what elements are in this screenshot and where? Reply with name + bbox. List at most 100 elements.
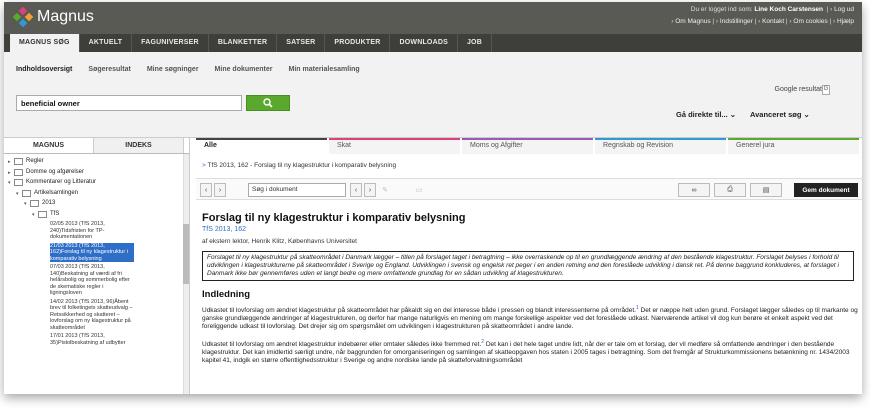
tree-doc[interactable]: 07/03 2013 (TfS 2013, 140)Beskatning af … [50,264,189,297]
subnav-indholdsoversigt[interactable]: Indholdsoversigt [16,66,72,86]
tree-label: 2013 [42,200,56,206]
tree-node-tfs[interactable]: ▾ TfS [32,210,189,220]
nav-produkter[interactable]: PRODUKTER [325,34,391,52]
article-author: af ekstern lektor, Henrik Klitz, Københa… [202,238,357,245]
next-arrow-icon[interactable]: › [214,183,226,197]
magnus-logo[interactable]: Magnus [12,6,94,28]
tab-label: Generel jura [736,142,775,149]
link-om-cookies[interactable]: Om cookies [793,18,827,25]
logout-link[interactable]: Log ud [834,6,854,13]
goto-label: Gå direkte til... [676,110,728,119]
tree-node-domme[interactable]: ▸ Domme og afgørelser [8,168,189,178]
advanced-label: Avanceret søg [750,110,802,119]
search-input[interactable]: beneficial owner [16,95,242,111]
article-abstract: Forslaget til ny klagestruktur på skatte… [202,251,854,281]
tree-node-kommentarer[interactable]: ▾ Kommentarer og Litteratur [8,179,189,188]
tree-node-artikelsamlingen[interactable]: ▾ Artikelsamlingen [16,189,189,199]
link-icon[interactable]: ∞ [678,183,710,197]
tree-label: TfS [50,210,60,217]
nav-magnus-soeg[interactable]: MAGNUS SØG [10,34,80,52]
tree-doc-label: 14/02 2013 (TfS 2013, 96)Åbent brev til … [50,298,133,331]
highlight-icon[interactable]: ✎ [372,183,398,197]
user-name: Line Koch Carstensen [754,6,824,13]
search-area: Google resultat G beneficial owner Gå di… [4,85,862,138]
save-document-button[interactable]: Gem dokument [794,183,858,197]
link-indstillinger[interactable]: Indstillinger [720,18,753,25]
google-result-label: Google resultat [774,86,822,93]
tab-moms[interactable]: Moms og Afgifter [462,138,593,154]
tab-magnus[interactable]: MAGNUS [4,138,94,153]
left-tabs: MAGNUS INDEKS [4,138,189,154]
comment-icon[interactable]: ▭ [406,183,432,197]
link-hjaelp[interactable]: Hjælp [837,18,854,25]
tree-label: Domme og afgørelser [26,168,85,175]
subnav-mine-soegninger[interactable]: Mine søgninger [147,66,199,86]
doc-search-input[interactable]: Søg i dokument [248,183,346,197]
app-window: Magnus Du er logget ind som: Line Koch C… [4,2,862,394]
tree-doc[interactable]: 17/01 2013 (TfS 2013, 35)Pistolbeskatnin… [50,333,189,346]
scroll-thumb[interactable] [183,224,189,284]
top-header: Magnus Du er logget ind som: Line Koch C… [4,2,862,34]
nav-aktuelt[interactable]: AKTUELT [80,34,133,52]
tree-doc-selected[interactable]: 21/03 2013 (TfS 2013, 162)Forslag til ny… [50,242,189,262]
breadcrumb-text[interactable]: TfS 2013, 162 - Forslag til ny klagestru… [208,162,397,169]
advanced-search-link[interactable]: Avanceret søg ⌄ [750,110,810,119]
chevron-down-icon: ⌄ [729,110,737,119]
link-om-magnus[interactable]: Om Magnus [675,18,710,25]
paragraph: Udkastet til lovforslag om ændret klages… [202,338,858,365]
subnav-materialesamling[interactable]: Min materialesamling [289,66,360,86]
tab-skat[interactable]: Skat [329,138,460,154]
folder-icon [14,179,23,186]
article-reference[interactable]: TfS 2013, 162 [202,226,856,233]
tab-alle[interactable]: Alle [196,138,327,154]
tab-label: Regnskab og Revision [603,142,674,149]
export-icon[interactable]: ▤ [750,183,782,197]
tree-doc-label: 21/03 2013 (TfS 2013, 162)Forslag til ny… [50,242,134,262]
category-tabs: Alle Skat Moms og Afgifter Regnskab og R… [196,138,862,154]
search-icon [263,98,273,108]
paragraph-text: Udkastet til lovforslag om ændret klages… [202,341,482,349]
tree-label: Regler [26,158,44,164]
tree-doc[interactable]: 14/02 2013 (TfS 2013, 96)Åbent brev til … [50,299,189,332]
nav-job[interactable]: JOB [458,34,492,52]
search-prev-icon[interactable]: ‹ [350,183,362,197]
subnav-soegeresultat[interactable]: Søgeresultat [88,66,130,86]
tab-label: Skat [337,142,352,149]
goto-dropdown[interactable]: Gå direkte til... ⌄ [676,110,736,119]
login-prefix: Du er logget ind som: [690,6,753,13]
link-kontakt[interactable]: Kontakt [762,18,784,25]
nav-downloads[interactable]: DOWNLOADS [390,34,458,52]
tab-generel-jura[interactable]: Generel jura [728,138,859,154]
brand-name: Magnus [37,8,94,25]
breadcrumb: > TfS 2013, 162 - Forslag til ny klagest… [196,162,862,169]
tree-doc-label: 07/03 2013 (TfS 2013, 140)Beskatning af … [50,264,130,296]
document-toolbar: ‹ › Søg i dokument ‹ › ✎ ▭ ∞ ⎙ ▤ Gem dok… [196,178,862,200]
tree-label: Artikelsamlingen [34,189,79,196]
search-button[interactable] [246,95,290,111]
logo-mark-icon [12,6,34,28]
tree-node-regler[interactable]: ▸ Regler [8,158,189,167]
breadcrumb-arrow-icon: > [202,162,206,169]
nav-satser[interactable]: SATSER [277,34,326,52]
nav-blanketter[interactable]: BLANKETTER [209,34,278,52]
tree-label: Kommentarer og Litteratur [26,179,97,185]
tab-label: Moms og Afgifter [470,142,523,149]
nav-faguniverser[interactable]: FAGUNIVERSER [132,34,209,52]
content-panel: Alle Skat Moms og Afgifter Regnskab og R… [196,138,862,394]
tab-indeks[interactable]: INDEKS [94,138,184,153]
folder-icon [14,168,23,176]
prev-arrow-icon[interactable]: ‹ [200,183,212,197]
subnav-mine-dokumenter[interactable]: Mine dokumenter [215,66,273,86]
utility-links: › Om Magnus | › Indstillinger | › Kontak… [671,18,854,25]
tree-doc[interactable]: 02/05 2013 (TfS 2013, 240)Tidsfristen fo… [50,221,189,241]
article-title: Forslag til ny klagestruktur i komparati… [202,212,466,224]
tree-doc-label: 17/01 2013 (TfS 2013, 35)Pistolbeskatnin… [50,333,126,346]
tab-label: Alle [204,142,217,149]
tree-scrollbar[interactable] [183,154,189,394]
print-icon[interactable]: ⎙ [714,183,746,197]
section-heading: Indledning [202,289,251,300]
tree-node-year[interactable]: ▾ 2013 [24,200,189,209]
google-result-checkbox[interactable]: G [822,85,830,95]
tab-regnskab[interactable]: Regnskab og Revision [595,138,726,154]
folder-icon [14,158,23,165]
